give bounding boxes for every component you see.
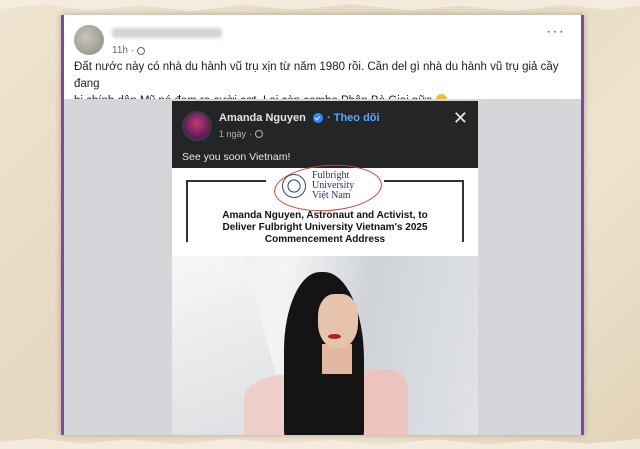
post-image[interactable]: Amanda Nguyen · Theo dõi 1 ngày · ✕ See …: [64, 99, 581, 435]
facebook-post: 11h · ··· Đất nước này có nhà du hành vũ…: [61, 15, 584, 435]
globe-icon: [255, 130, 264, 138]
author-name-blurred: [112, 28, 222, 38]
post-meta: 11h ·: [112, 45, 146, 56]
portrait-face: [318, 294, 358, 348]
embedded-meta: 1 ngày ·: [219, 129, 264, 139]
follow-link: · Theo dõi: [327, 112, 380, 124]
embedded-avatar: [182, 111, 212, 141]
globe-icon: [137, 46, 146, 55]
verified-badge-icon: [313, 113, 323, 123]
post-time[interactable]: 11h: [112, 45, 128, 56]
embedded-header: Amanda Nguyen · Theo dõi 1 ngày · ✕ See …: [172, 101, 478, 168]
announcement-banner: Fulbright University Việt Nam Amanda Ngu…: [172, 161, 478, 256]
post-text-line-1: Đất nước này có nhà du hành vũ trụ xịn t…: [74, 61, 559, 90]
close-icon: ✕: [452, 108, 468, 128]
embedded-time: 1 ngày: [219, 129, 247, 139]
author-avatar[interactable]: [74, 25, 104, 55]
embedded-author-name: Amanda Nguyen: [219, 112, 306, 124]
more-options-button[interactable]: ···: [546, 23, 565, 41]
embedded-screenshot: Amanda Nguyen · Theo dõi 1 ngày · ✕ See …: [172, 101, 478, 435]
announcement-headline: Amanda Nguyen, Astronaut and Activist, t…: [222, 210, 428, 245]
post-header: 11h · ···: [74, 23, 569, 59]
portrait-photo: [172, 256, 478, 435]
embedded-caption: See you soon Vietnam!: [182, 151, 291, 163]
